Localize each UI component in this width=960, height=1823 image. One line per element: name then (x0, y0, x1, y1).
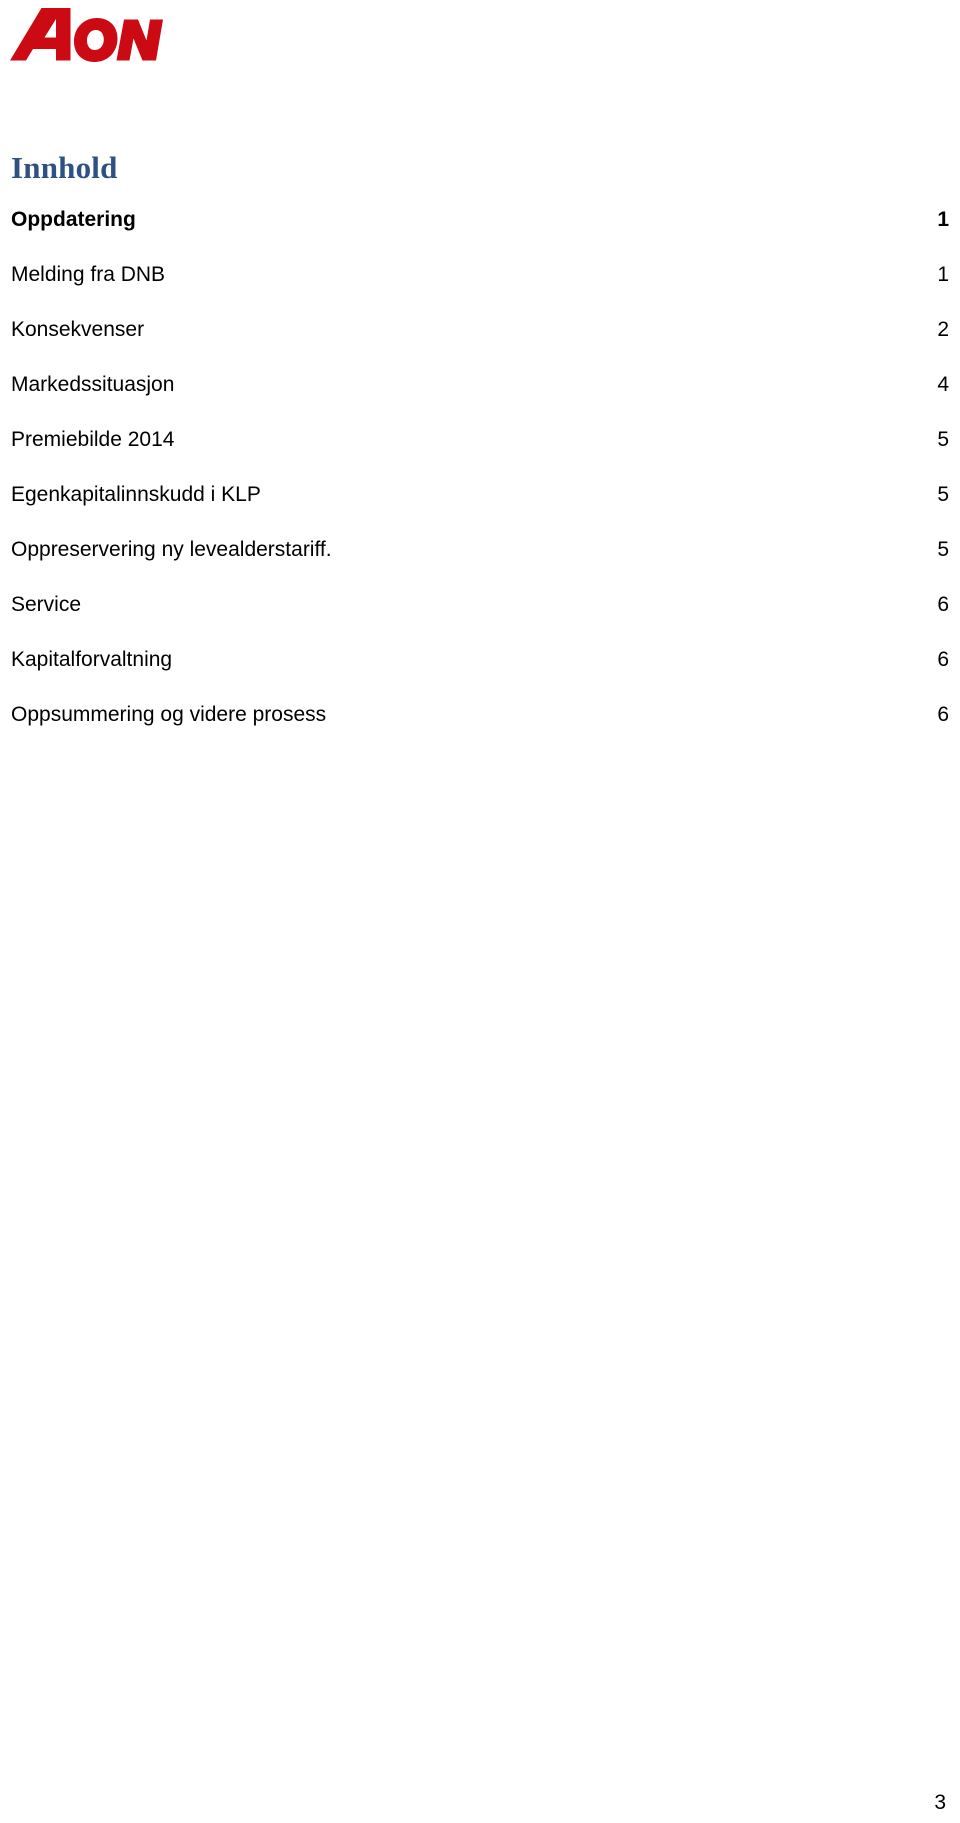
toc-entry-service[interactable]: Service 6 (11, 591, 949, 646)
aon-logo (8, 6, 168, 66)
toc-entry-oppreservering-ny-levealderstariff[interactable]: Oppreservering ny levealderstariff. 5 (11, 536, 949, 591)
toc-entry-page: 5 (937, 538, 949, 561)
footer-page-number: 3 (934, 1791, 946, 1814)
toc-entry-konsekvenser[interactable]: Konsekvenser 2 (11, 316, 949, 371)
toc-entry-page: 1 (937, 263, 949, 286)
toc-entry-label: Egenkapitalinnskudd i KLP (11, 483, 261, 506)
toc-entry-label: Kapitalforvaltning (11, 648, 173, 671)
page-title: Innhold (11, 150, 118, 185)
toc-entry-label: Oppdatering (11, 208, 136, 231)
toc-entry-label: Premiebilde 2014 (11, 428, 175, 451)
table-of-contents: Oppdatering 1 Melding fra DNB 1 Konsekve… (11, 206, 949, 756)
toc-entry-kapitalforvaltning[interactable]: Kapitalforvaltning 6 (11, 646, 949, 701)
toc-entry-page: 5 (937, 428, 949, 451)
toc-entry-label: Markedssituasjon (11, 373, 175, 396)
toc-entry-egenkapitalinnskudd-i-klp[interactable]: Egenkapitalinnskudd i KLP 5 (11, 481, 949, 536)
toc-entry-page: 4 (937, 373, 949, 396)
toc-entry-page: 5 (937, 483, 949, 506)
toc-entry-page: 6 (937, 593, 949, 616)
toc-entry-page: 6 (937, 648, 949, 671)
toc-entry-markedssituasjon[interactable]: Markedssituasjon 4 (11, 371, 949, 426)
toc-entry-page: 2 (937, 318, 949, 341)
toc-entry-premiebilde-2014[interactable]: Premiebilde 2014 5 (11, 426, 949, 481)
toc-entry-label: Melding fra DNB (11, 263, 166, 286)
toc-entry-page: 1 (937, 208, 949, 231)
toc-entry-page: 6 (937, 703, 949, 726)
toc-entry-label: Service (11, 593, 82, 616)
toc-entry-label: Oppsummering og videre prosess (11, 703, 327, 726)
toc-entry-oppsummering-og-videre-prosess[interactable]: Oppsummering og videre prosess 6 (11, 701, 949, 756)
toc-entry-melding-fra-dnb[interactable]: Melding fra DNB 1 (11, 261, 949, 316)
toc-entry-label: Oppreservering ny levealderstariff. (11, 538, 332, 561)
toc-entry-oppdatering[interactable]: Oppdatering 1 (11, 206, 949, 261)
document-page: Innhold Oppdatering 1 Melding fra DNB 1 … (0, 0, 960, 1823)
toc-entry-label: Konsekvenser (11, 318, 145, 341)
